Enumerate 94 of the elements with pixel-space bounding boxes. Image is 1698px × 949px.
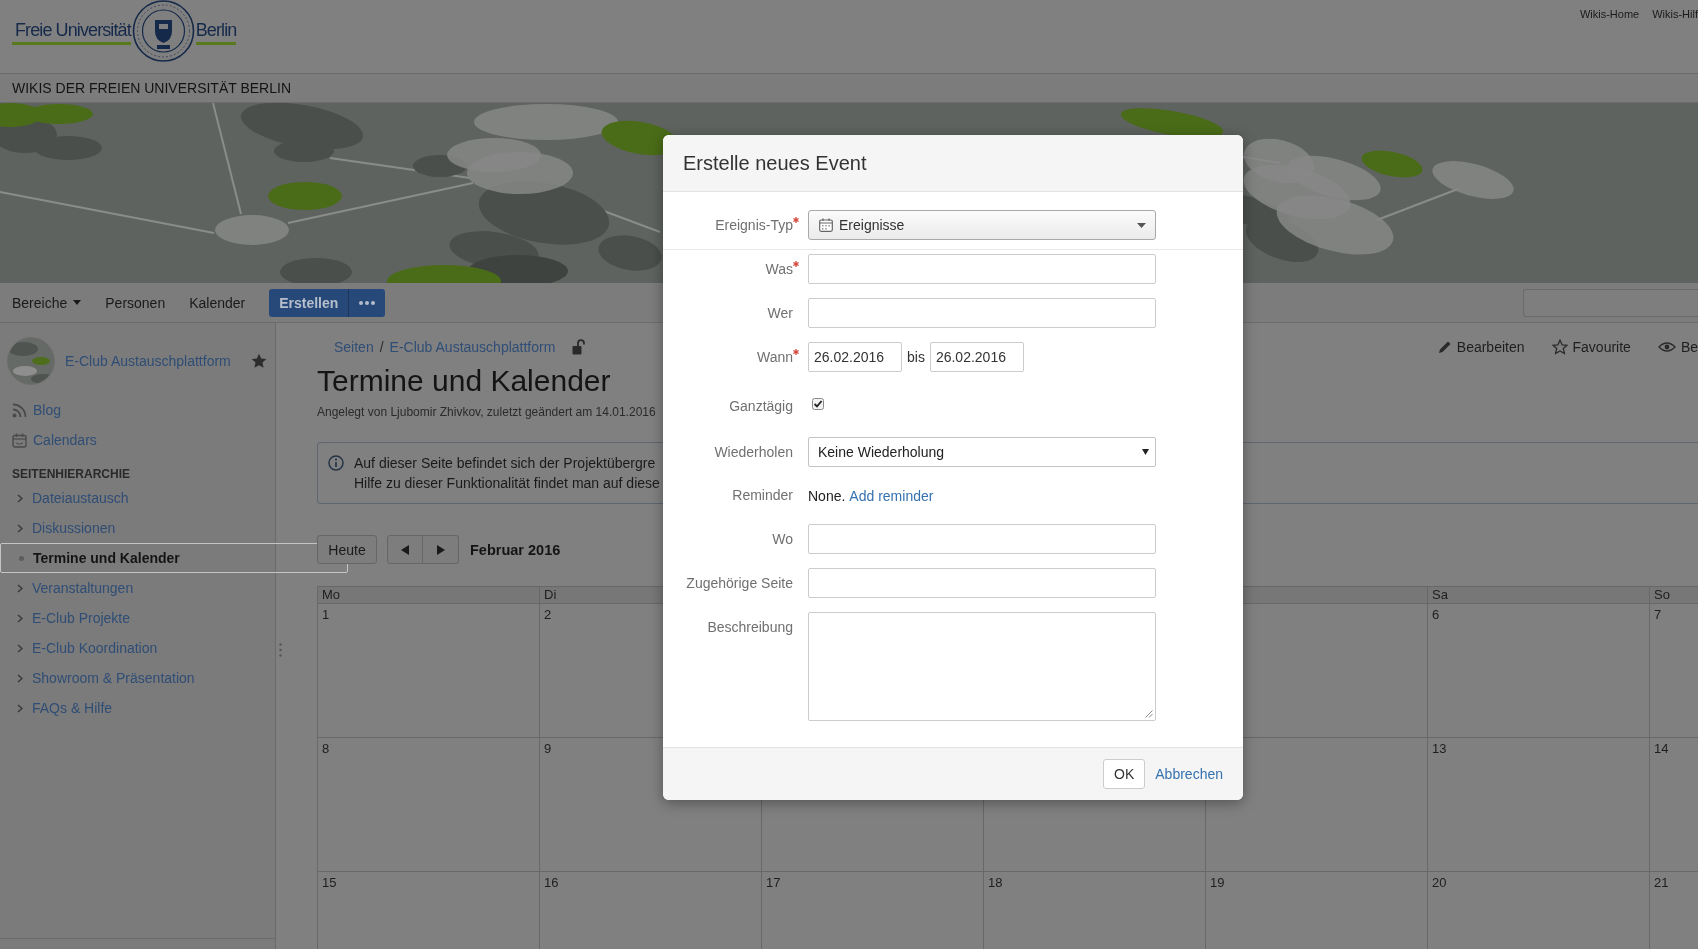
chevron-right-icon [17,493,23,503]
date-input-field[interactable]: 26.02.2016 [929,342,1024,372]
reminder-status-text: None. [808,487,846,504]
field-label: Wiederholen [714,443,794,462]
text-input-field[interactable] [808,568,1156,598]
day-number[interactable]: 13 [1432,741,1447,756]
chevron-right-icon [17,523,23,533]
day-number[interactable]: 16 [544,875,559,890]
field-label: Ganztägig [729,397,794,416]
feed-icon [12,402,27,418]
previous-month-button[interactable] [387,535,423,564]
weekday-label: Sa [1432,587,1448,602]
calendar-icon [12,432,27,448]
logo-text: Berlin [195,0,237,45]
dialog-title: Erstelle neues Event [683,151,867,175]
page-action-link[interactable]: Bearbeiten [1437,339,1525,355]
nav-menu-item[interactable]: Bereiche [12,294,82,311]
logo-text: Freie Universität [12,0,131,45]
header-link[interactable]: Wikis-Hilf [1652,8,1698,21]
day-number[interactable]: 2 [544,607,552,622]
next-month-button[interactable] [423,535,459,564]
caret-icon [73,300,82,305]
repeat-select[interactable]: Keine Wiederholung [808,437,1156,467]
weekday-label: So [1654,587,1670,602]
info-icon [328,455,344,471]
more-button[interactable] [348,288,386,317]
day-number[interactable]: 20 [1432,875,1447,890]
day-number[interactable]: 7 [1654,607,1662,622]
breadcrumb-separator: / [379,339,384,355]
field-label: Wann [756,348,793,367]
field-label: Zugehörige Seite [686,574,794,593]
page-action-link[interactable]: Be [1657,339,1698,355]
more-icon [359,300,376,305]
pencil-icon [1437,340,1452,354]
day-number[interactable]: 18 [988,875,1003,890]
section-heading: SEITENHIERARCHIE [11,466,130,483]
weekday-label: Mo [322,587,341,602]
day-number[interactable]: 1 [322,607,330,622]
space-logo-icon[interactable] [7,337,55,385]
day-number[interactable]: 21 [1654,875,1669,890]
field-label: Wer [767,304,794,323]
today-button[interactable]: Heute [317,535,377,564]
resize-grip-icon [1145,710,1153,718]
triangle-left-icon [401,544,409,555]
description-textarea[interactable] [808,612,1156,721]
month-title: Februar 2016 [470,541,561,558]
chevron-right-icon [17,643,23,653]
text-input-field[interactable] [808,254,1156,284]
page-action-link[interactable]: Favourite [1551,339,1631,355]
day-number[interactable]: 8 [322,741,330,756]
day-number[interactable]: 15 [322,875,337,890]
cancel-link[interactable]: Abbrechen [1155,766,1223,782]
chevron-right-icon [17,673,23,683]
caret-icon [1137,222,1146,228]
bullet-icon [19,555,24,561]
day-number[interactable]: 19 [1210,875,1225,890]
eye-icon [1657,341,1676,353]
event-type-select[interactable]: Ereignisse [808,210,1156,240]
field-label: Ereignis-Typ [715,216,793,235]
star-icon[interactable] [251,353,267,369]
site-title: WIKIS DER FREIEN UNIVERSITÄT BERLIN [12,80,291,96]
day-number[interactable]: 17 [766,875,781,890]
info-text: Auf dieser Seite befindet sich der Projektübergre Hilfe zu dieser Funktionalität findet man auf diese [354,454,660,493]
text-input-field[interactable] [808,524,1156,554]
chevron-right-icon [17,703,23,713]
field-label: Reminder [732,486,794,505]
day-number[interactable]: 9 [544,741,552,756]
date-input-field[interactable]: 26.02.2016 [808,342,902,372]
chevron-right-icon [17,613,23,623]
create-button[interactable]: Erstellen [269,288,349,317]
day-number[interactable]: 6 [1432,607,1440,622]
add-reminder-link[interactable]: Add reminder [849,487,934,504]
field-label: Beschreibung [707,618,794,637]
text-input-field[interactable] [808,298,1156,328]
calendar-icon [819,218,833,232]
page-title: Termine und Kalender [317,364,611,398]
checkbox[interactable] [812,398,824,410]
nav-menu-item[interactable]: Kalender [189,294,246,311]
weekday-label: Di [544,587,557,602]
header-link[interactable]: Wikis-Home [1579,8,1640,21]
nav-menu-item[interactable]: Personen [105,294,166,311]
page-byline: Angelegt von Ljubomir Zhivkov, zuletzt geändert am 14.01.2016 [317,405,656,419]
ok-button[interactable]: OK [1103,759,1146,789]
triangle-right-icon [436,544,445,555]
chevron-right-icon [17,583,23,593]
padlock-icon[interactable] [572,339,586,355]
star-icon [1551,339,1568,355]
breadcrumb-link[interactable]: E-Club Austauschplattform [389,339,556,355]
field-label: Wo [772,530,794,549]
day-number[interactable]: 14 [1654,741,1669,756]
caret-icon [1142,449,1149,455]
range-separator-text: bis [907,349,925,365]
field-label: Was [765,260,793,279]
breadcrumb-link[interactable]: Seiten [334,339,374,355]
